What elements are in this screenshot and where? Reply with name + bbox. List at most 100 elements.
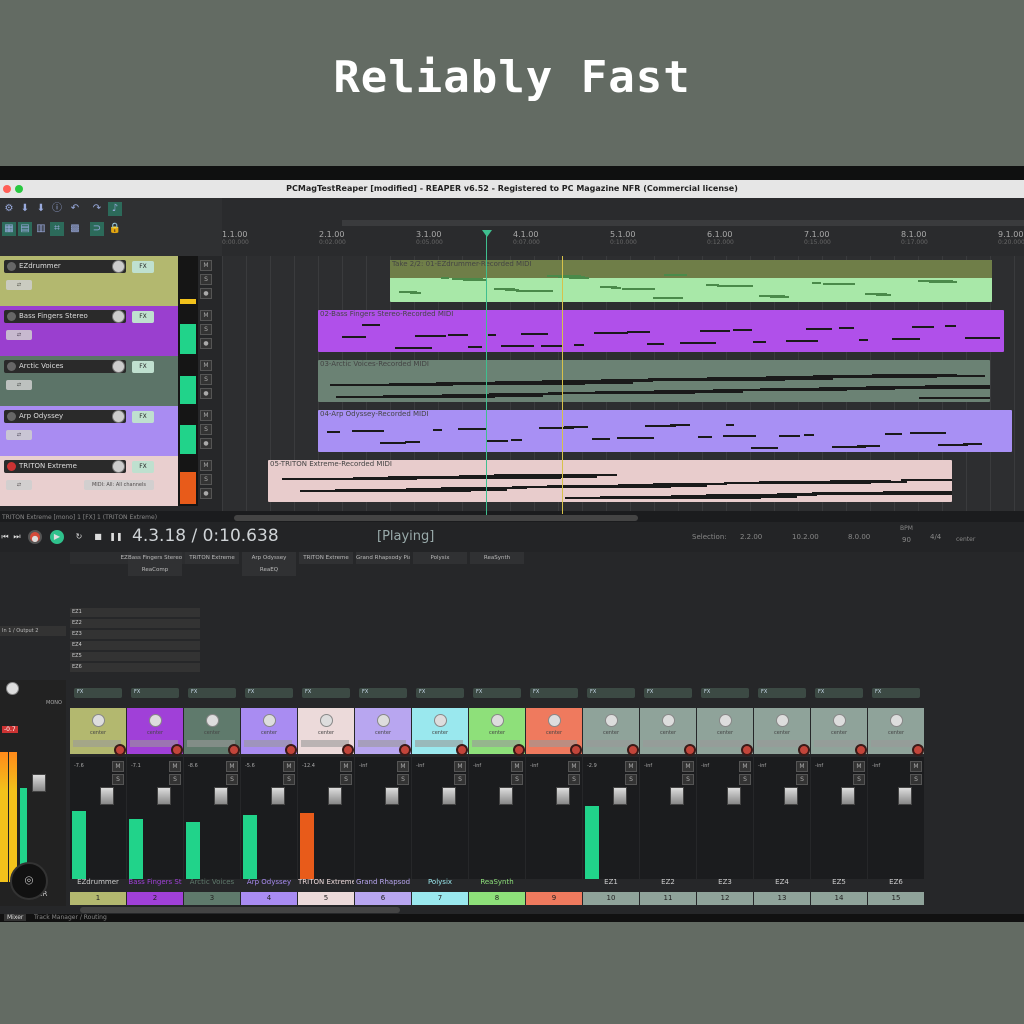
fx-bypass-button[interactable]: ● [200,488,212,499]
midi-input-selector[interactable]: MIDI: All: All channels [84,480,154,490]
volume-fader[interactable] [499,787,513,805]
strip-number[interactable]: 15 [868,892,924,905]
mute-button[interactable]: M [226,761,238,772]
track-panel[interactable]: EZdrummer FX ⇄ [0,256,178,306]
volume-fader[interactable] [613,787,627,805]
input-bar[interactable] [301,740,349,747]
fx-insert-button[interactable]: FX [188,688,236,698]
input-bar[interactable] [73,740,121,747]
rate-value[interactable]: center [956,536,975,543]
volume-readout[interactable]: -8.6 [188,763,198,769]
zoom-icon[interactable] [15,185,23,193]
record-arm-icon[interactable] [7,262,16,271]
mute-button[interactable]: M [283,761,295,772]
group-icon[interactable]: ⌗ [50,222,64,236]
fx-slot[interactable]: ReaSynth [470,552,524,564]
volume-fader[interactable] [442,787,456,805]
volume-fader[interactable] [100,787,114,805]
solo-button[interactable]: S [454,774,466,785]
mute-button[interactable]: M [200,310,212,321]
volume-readout[interactable]: -12.4 [302,763,315,769]
track-panel[interactable]: TRITON Extreme FX ⇄ MIDI: All: All channels [0,456,178,506]
solo-button[interactable]: S [568,774,580,785]
track-panel[interactable]: Bass Fingers Stereo FX ⇄ [0,306,178,356]
volume-readout[interactable]: -5.6 [245,763,255,769]
metronome-icon[interactable]: ♪ [108,202,122,216]
track-name-field[interactable]: Arctic Voices [4,360,126,373]
playhead-marker-icon[interactable] [482,230,492,237]
midi-item[interactable]: 02-Bass Fingers Stereo-Recorded MIDI [318,310,1004,352]
loop-icon[interactable]: ⊃ [90,222,104,236]
loop-region-bar[interactable] [342,220,1024,226]
track-panel[interactable]: Arp Odyssey FX ⇄ [0,406,178,456]
strip-number[interactable]: 5 [298,892,354,905]
record-arm-knob[interactable] [399,744,411,756]
pan-knob[interactable] [491,714,504,727]
redo-icon[interactable]: ↷ [90,202,104,216]
track-name-field[interactable]: EZdrummer [4,260,126,273]
input-bar[interactable] [415,740,463,747]
selection-start[interactable]: 2.2.00 [740,533,762,541]
input-bar[interactable] [643,740,691,747]
volume-fader[interactable] [157,787,171,805]
bpm-value[interactable]: 90 [902,536,911,544]
record-arm-icon[interactable] [7,362,16,371]
solo-button[interactable]: S [200,274,212,285]
fx-insert-button[interactable]: FX [644,688,692,698]
io-button-icon[interactable]: ⇄ [6,480,32,490]
volume-readout[interactable]: -inf [872,763,880,769]
ripple-icon[interactable]: ▥ [34,222,48,236]
volume-knob[interactable] [112,260,125,273]
volume-readout[interactable]: -inf [644,763,652,769]
fx-slot[interactable]: TRITON Extreme [185,552,239,564]
strip-number[interactable]: 9 [526,892,582,905]
volume-fader[interactable] [898,787,912,805]
pan-knob[interactable] [434,714,447,727]
track-name-field[interactable]: Arp Odyssey [4,410,126,423]
record-arm-knob[interactable] [684,744,696,756]
io-button-icon[interactable]: ⇄ [6,380,32,390]
fx-insert-button[interactable]: FX [587,688,635,698]
record-arm-knob[interactable] [285,744,297,756]
fx-slot[interactable]: TRITON Extreme [299,552,353,564]
pan-knob[interactable] [206,714,219,727]
record-arm-knob[interactable] [171,744,183,756]
solo-button[interactable]: S [226,774,238,785]
fx-insert-button[interactable]: FX [359,688,407,698]
mute-button[interactable]: M [853,761,865,772]
record-arm-icon[interactable] [7,412,16,421]
io-button-icon[interactable]: ⇄ [6,430,32,440]
undo-icon[interactable]: ↶ [68,202,82,216]
timesig-value[interactable]: 4/4 [930,533,941,541]
pan-knob[interactable] [548,714,561,727]
mute-button[interactable]: M [340,761,352,772]
fx-button[interactable]: FX [132,461,154,473]
input-bar[interactable] [529,740,577,747]
forward-icon[interactable]: ⏭ [10,530,24,544]
fx-button[interactable]: FX [132,261,154,273]
midi-item[interactable]: 03-Arctic Voices-Recorded MIDI [318,360,990,402]
record-arm-knob[interactable] [798,744,810,756]
strip-number[interactable]: 11 [640,892,696,905]
mute-button[interactable]: M [511,761,523,772]
volume-readout[interactable]: -inf [815,763,823,769]
volume-readout[interactable]: -inf [758,763,766,769]
volume-fader[interactable] [271,787,285,805]
fx-bypass-button[interactable]: ● [200,388,212,399]
midi-item[interactable]: 05-TRITON Extreme-Recorded MIDI [268,460,952,502]
arrange-view[interactable]: Take 2/2: 01-EZdrummer-Recorded MIDI 02-B… [222,256,1024,511]
volume-fader[interactable] [328,787,342,805]
record-arm-knob[interactable] [627,744,639,756]
volume-fader[interactable] [841,787,855,805]
volume-fader[interactable] [214,787,228,805]
record-arm-knob[interactable] [456,744,468,756]
mixer-scrollbar[interactable] [80,907,400,913]
record-arm-knob[interactable] [855,744,867,756]
strip-number[interactable]: 4 [241,892,297,905]
strip-number[interactable]: 12 [697,892,753,905]
volume-readout[interactable]: -inf [416,763,424,769]
strip-number[interactable]: 7 [412,892,468,905]
timeline-ruler[interactable]: 1.1.00 0:00.000 2.1.00 0:02.000 3.1.00 0:05.0… [222,198,1024,256]
pause-button[interactable]: ❚❚ [109,530,123,544]
solo-button[interactable]: S [200,324,212,335]
